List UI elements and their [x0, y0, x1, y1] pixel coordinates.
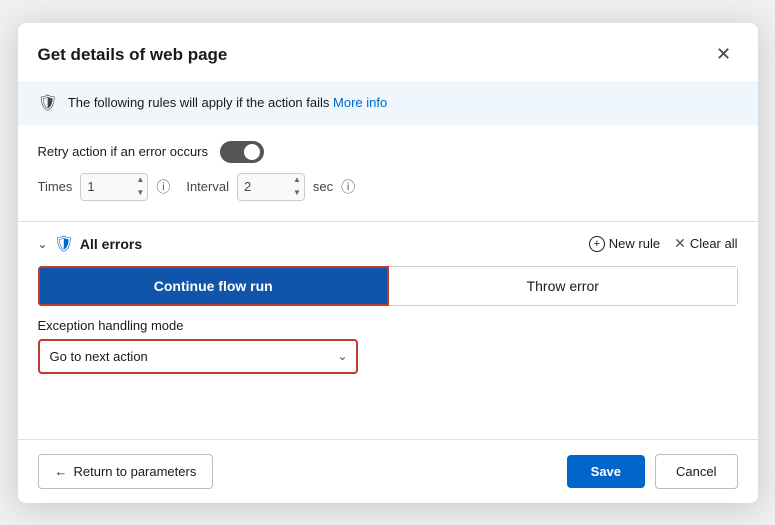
retry-label: Retry action if an error occurs: [38, 144, 209, 159]
mode-button-group: Continue flow run Throw error: [38, 266, 738, 306]
times-up-button[interactable]: ▲: [133, 174, 147, 187]
toggle-slider: [220, 141, 264, 163]
more-info-link[interactable]: More info: [333, 95, 387, 110]
retry-toggle[interactable]: [220, 141, 264, 163]
all-errors-title: All errors: [80, 236, 142, 252]
times-info-icon[interactable]: ⓘ: [156, 177, 170, 197]
shield-blue-icon: 🛡: [54, 234, 74, 254]
footer-left: ← Return to parameters: [38, 454, 214, 489]
continue-flow-button[interactable]: Continue flow run: [38, 266, 390, 306]
times-input[interactable]: [81, 174, 133, 200]
all-errors-right: + New rule ✕ Clear all: [589, 235, 738, 252]
shield-icon: 🛡: [38, 93, 58, 113]
times-input-wrap: ▲ ▼: [80, 173, 148, 201]
interval-down-button[interactable]: ▼: [290, 187, 304, 200]
footer-right: Save Cancel: [567, 454, 738, 489]
toggle-row: Retry action if an error occurs: [38, 141, 738, 163]
interval-input-wrap: ▲ ▼: [237, 173, 305, 201]
cancel-button[interactable]: Cancel: [655, 454, 737, 489]
interval-input[interactable]: [238, 174, 290, 200]
chevron-down-icon[interactable]: ⌄: [38, 237, 48, 251]
dropdown-wrap: Go to next action Repeat action Go to la…: [38, 339, 358, 374]
exception-dropdown[interactable]: Go to next action Repeat action Go to la…: [38, 339, 358, 374]
exception-label: Exception handling mode: [38, 318, 738, 333]
arrow-left-icon: ←: [55, 464, 68, 479]
new-rule-button[interactable]: + New rule: [589, 236, 660, 252]
dialog-title: Get details of web page: [38, 45, 228, 65]
all-errors-left: ⌄ 🛡 All errors: [38, 234, 143, 254]
close-icon: ✕: [716, 44, 731, 65]
clear-all-label: Clear all: [690, 236, 738, 251]
interval-spinner: ▲ ▼: [290, 174, 304, 200]
plus-circle-icon: +: [589, 236, 605, 252]
return-label: Return to parameters: [74, 464, 197, 479]
times-row: Times ▲ ▼ ⓘ Interval ▲ ▼ sec ⓘ: [38, 173, 738, 201]
interval-up-button[interactable]: ▲: [290, 174, 304, 187]
dialog-footer: ← Return to parameters Save Cancel: [18, 439, 758, 503]
x-icon: ✕: [674, 235, 686, 252]
close-button[interactable]: ✕: [710, 41, 738, 69]
dialog-header: Get details of web page ✕: [18, 23, 758, 81]
new-rule-label: New rule: [609, 236, 660, 251]
all-errors-header: ⌄ 🛡 All errors + New rule ✕ Clear all: [38, 234, 738, 254]
times-down-button[interactable]: ▼: [133, 187, 147, 200]
info-banner-text: The following rules will apply if the ac…: [68, 95, 387, 110]
exception-section: Exception handling mode Go to next actio…: [38, 318, 738, 374]
times-label: Times: [38, 179, 73, 194]
interval-info-icon[interactable]: ⓘ: [341, 177, 355, 197]
clear-all-button[interactable]: ✕ Clear all: [674, 235, 737, 252]
all-errors-section: ⌄ 🛡 All errors + New rule ✕ Clear all Co…: [18, 222, 758, 374]
interval-label: Interval: [186, 179, 229, 194]
info-banner: 🛡 The following rules will apply if the …: [18, 81, 758, 125]
times-spinner: ▲ ▼: [133, 174, 147, 200]
dialog: Get details of web page ✕ 🛡 The followin…: [18, 23, 758, 503]
return-to-parameters-button[interactable]: ← Return to parameters: [38, 454, 214, 489]
throw-error-button[interactable]: Throw error: [389, 266, 738, 306]
retry-section: Retry action if an error occurs Times ▲ …: [18, 125, 758, 209]
sec-label: sec: [313, 179, 333, 194]
save-button[interactable]: Save: [567, 455, 645, 488]
